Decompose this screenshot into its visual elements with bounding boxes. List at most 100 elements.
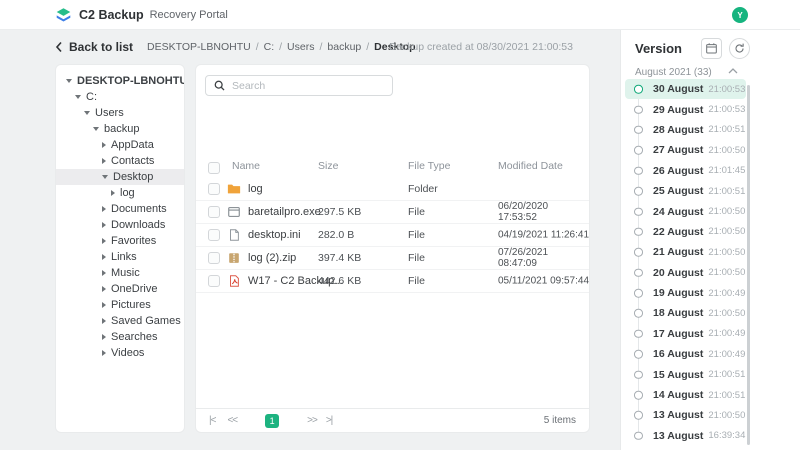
table-row[interactable]: W17 - C2 Backup... 442.6 KB File 05/11/2… <box>196 269 589 292</box>
row-checkbox[interactable] <box>208 229 220 241</box>
version-item[interactable]: 29 August 21:00:53 <box>625 99 746 119</box>
version-scrollbar[interactable] <box>747 85 750 445</box>
version-time: 21:00:53 <box>708 84 745 95</box>
breadcrumb-separator: / <box>319 41 322 53</box>
search-icon <box>213 79 226 92</box>
breadcrumb-segment[interactable]: C: <box>264 41 275 53</box>
version-panel-title: Version <box>635 41 682 56</box>
version-date: 21 August <box>653 246 703 258</box>
refresh-button[interactable] <box>729 38 750 59</box>
version-item[interactable]: 26 August 21:01:45 <box>625 161 746 181</box>
tree-item[interactable]: Saved Games <box>56 313 184 329</box>
tree-caret-icon[interactable] <box>102 158 106 164</box>
tree-caret-icon[interactable] <box>102 350 106 356</box>
version-item[interactable]: 28 August 21:00:51 <box>625 120 746 140</box>
version-item[interactable]: 19 August 21:00:49 <box>625 283 746 303</box>
chevron-left-icon <box>55 41 63 53</box>
tree-item[interactable]: Music <box>56 265 184 281</box>
column-header-filetype: File Type <box>408 160 450 172</box>
version-date: 19 August <box>653 287 703 299</box>
file-modified-date: 07/26/2021 08:47:09 <box>498 247 589 269</box>
pagination-current-page[interactable]: 1 <box>265 414 279 428</box>
search-input[interactable] <box>230 76 389 95</box>
pagination-first-button[interactable]: |< <box>209 415 215 426</box>
tree-item[interactable]: log <box>56 185 184 201</box>
pagination-last-button[interactable]: >| <box>326 415 332 426</box>
collapse-group-icon[interactable] <box>728 68 738 74</box>
tree-item[interactable]: Users <box>56 105 184 121</box>
version-list-items: 30 August 21:00:53 29 August 21:00:53 28… <box>625 79 746 446</box>
tree-item[interactable]: backup <box>56 121 184 137</box>
tree-item[interactable]: Links <box>56 249 184 265</box>
tree-caret-icon[interactable] <box>102 238 106 244</box>
tree-caret-icon[interactable] <box>102 206 106 212</box>
version-date: 14 August <box>653 389 703 401</box>
tree-caret-icon[interactable] <box>102 142 106 148</box>
tree-item[interactable]: Contacts <box>56 153 184 169</box>
row-checkbox[interactable] <box>208 275 220 287</box>
tree-caret-icon[interactable] <box>102 222 106 228</box>
user-avatar[interactable]: Y <box>732 7 748 23</box>
select-all-checkbox[interactable] <box>208 162 220 174</box>
tree-item[interactable]: C: <box>56 89 184 105</box>
version-item[interactable]: 20 August 21:00:50 <box>625 263 746 283</box>
version-item[interactable]: 25 August 21:00:51 <box>625 181 746 201</box>
version-item[interactable]: 15 August 21:00:51 <box>625 364 746 384</box>
tree-caret-icon[interactable] <box>84 111 90 115</box>
tree-caret-icon[interactable] <box>102 318 106 324</box>
tree-caret-icon[interactable] <box>102 286 106 292</box>
row-checkbox[interactable] <box>208 183 220 195</box>
tree-item[interactable]: Downloads <box>56 217 184 233</box>
pagination-next-button[interactable]: >> <box>307 415 317 426</box>
tree-caret-icon[interactable] <box>66 79 72 83</box>
version-item[interactable]: 30 August 21:00:53 <box>625 79 746 99</box>
version-item[interactable]: 16 August 21:00:49 <box>625 344 746 364</box>
table-row[interactable]: desktop.ini 282.0 B File 04/19/2021 11:2… <box>196 223 589 246</box>
tree-caret-icon[interactable] <box>111 190 115 196</box>
version-item[interactable]: 17 August 21:00:49 <box>625 324 746 344</box>
tree-item[interactable]: Videos <box>56 345 184 361</box>
pagination-prev-button[interactable]: << <box>227 415 237 426</box>
version-time: 21:00:50 <box>708 410 745 421</box>
tree-caret-icon[interactable] <box>102 175 108 179</box>
table-row[interactable]: log Folder <box>196 178 589 200</box>
backup-created-label: Backup created at 08/30/2021 21:00:53 <box>389 41 573 53</box>
version-item[interactable]: 21 August 21:00:50 <box>625 242 746 262</box>
breadcrumb-segment[interactable]: backup <box>327 41 361 53</box>
row-checkbox[interactable] <box>208 252 220 264</box>
file-size: 282.0 B <box>318 229 354 241</box>
back-to-list-button[interactable]: Back to list <box>55 40 133 54</box>
tree-caret-icon[interactable] <box>75 95 81 99</box>
breadcrumb-segment[interactable]: DESKTOP-LBNOHTU <box>147 41 251 53</box>
version-item[interactable]: 22 August 21:00:50 <box>625 222 746 242</box>
tree-item[interactable]: Pictures <box>56 297 184 313</box>
tree-item[interactable]: AppData <box>56 137 184 153</box>
version-date: 16 August <box>653 348 703 360</box>
calendar-view-button[interactable] <box>701 38 722 59</box>
tree-item[interactable]: Searches <box>56 329 184 345</box>
version-item[interactable]: 14 August 21:00:51 <box>625 385 746 405</box>
version-item[interactable]: 18 August 21:00:50 <box>625 303 746 323</box>
version-item[interactable]: 13 August 21:00:50 <box>625 405 746 425</box>
version-item[interactable]: 24 August 21:00:50 <box>625 201 746 221</box>
version-time: 16:39:34 <box>708 430 745 441</box>
row-checkbox[interactable] <box>208 206 220 218</box>
breadcrumb-segment[interactable]: Users <box>287 41 314 53</box>
tree-item[interactable]: DESKTOP-LBNOHTU <box>56 73 184 89</box>
tree-caret-icon[interactable] <box>102 270 106 276</box>
version-dot-icon <box>634 126 643 135</box>
version-item[interactable]: 13 August 16:39:34 <box>625 426 746 446</box>
tree-item[interactable]: Favorites <box>56 233 184 249</box>
table-row[interactable]: log (2).zip 397.4 KB File 07/26/2021 08:… <box>196 246 589 269</box>
tree-item[interactable]: Documents <box>56 201 184 217</box>
tree-item[interactable]: Desktop <box>56 169 184 185</box>
tree-caret-icon[interactable] <box>102 302 106 308</box>
tree-item[interactable]: OneDrive <box>56 281 184 297</box>
version-dot-icon <box>634 167 643 176</box>
version-date: 24 August <box>653 206 703 218</box>
version-item[interactable]: 27 August 21:00:50 <box>625 140 746 160</box>
tree-caret-icon[interactable] <box>102 254 106 260</box>
tree-caret-icon[interactable] <box>93 127 99 131</box>
tree-caret-icon[interactable] <box>102 334 106 340</box>
table-row[interactable]: baretailpro.exe 297.5 KB File 06/20/2020… <box>196 200 589 223</box>
